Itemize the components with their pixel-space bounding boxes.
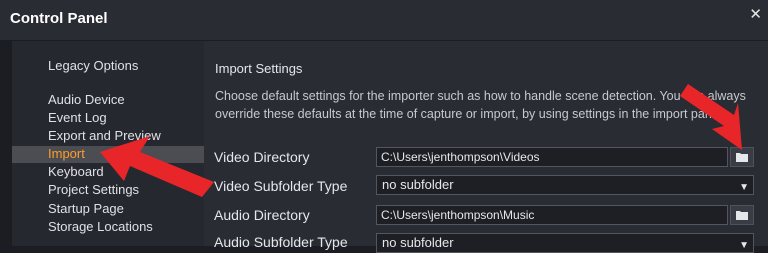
audio-directory-label: Audio Directory bbox=[214, 207, 310, 223]
video-directory-browse-button[interactable] bbox=[730, 147, 754, 167]
close-icon[interactable]: ✕ bbox=[749, 5, 762, 23]
audio-subfolder-type-label: Audio Subfolder Type bbox=[214, 234, 348, 250]
folder-icon bbox=[736, 211, 748, 220]
title-bar: Control Panel ✕ bbox=[0, 0, 768, 40]
video-subfolder-type-select[interactable]: no subfolder ▼ bbox=[376, 175, 754, 195]
sidebar-item-event-log[interactable]: Event Log bbox=[48, 110, 107, 125]
section-title: Import Settings bbox=[215, 61, 303, 76]
video-subfolder-type-label: Video Subfolder Type bbox=[214, 178, 348, 194]
sidebar-item-import-label: Import bbox=[48, 146, 85, 161]
sidebar-item-export-preview[interactable]: Export and Preview bbox=[48, 128, 161, 143]
sidebar-item-keyboard[interactable]: Keyboard bbox=[48, 164, 104, 179]
sidebar-item-audio-device[interactable]: Audio Device bbox=[48, 92, 125, 107]
sidebar-item-import[interactable]: Import bbox=[12, 146, 204, 163]
sidebar: Legacy Options Audio Device Event Log Ex… bbox=[12, 41, 205, 246]
audio-directory-browse-button[interactable] bbox=[730, 205, 754, 225]
audio-subfolder-type-select[interactable]: no subfolder ▼ bbox=[376, 233, 754, 253]
sidebar-item-storage-locations[interactable]: Storage Locations bbox=[48, 219, 153, 234]
video-directory-label: Video Directory bbox=[214, 149, 310, 165]
video-subfolder-type-value: no subfolder bbox=[382, 177, 454, 192]
chevron-down-icon: ▼ bbox=[739, 240, 749, 251]
video-directory-field[interactable]: C:\Users\jenthompson\Videos bbox=[376, 147, 728, 167]
section-description: Choose default settings for the importer… bbox=[215, 89, 746, 121]
folder-icon bbox=[736, 153, 748, 162]
audio-directory-field[interactable]: C:\Users\jenthompson\Music bbox=[376, 205, 728, 225]
audio-subfolder-type-value: no subfolder bbox=[382, 235, 454, 250]
sidebar-item-startup-page[interactable]: Startup Page bbox=[48, 201, 124, 216]
settings-panel: Import Settings Choose default settings … bbox=[204, 41, 768, 253]
chevron-down-icon: ▼ bbox=[739, 182, 749, 193]
window-title: Control Panel bbox=[10, 10, 108, 27]
sidebar-item-legacy-options[interactable]: Legacy Options bbox=[48, 58, 138, 73]
sidebar-item-project-settings[interactable]: Project Settings bbox=[48, 182, 139, 197]
